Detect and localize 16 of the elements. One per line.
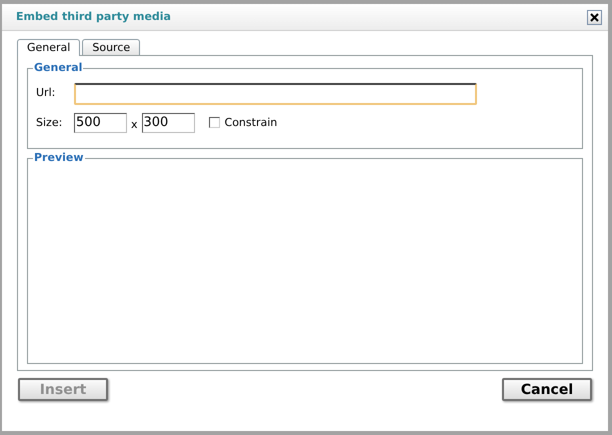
tab[interactable]: General xyxy=(17,39,80,56)
close-button[interactable] xyxy=(587,10,602,24)
size-label: Size: xyxy=(36,114,64,130)
constrain-label: Constrain xyxy=(224,114,278,130)
group-legend: General xyxy=(33,60,84,76)
constrain-checkbox[interactable] xyxy=(208,117,220,128)
height-input[interactable]: 300 xyxy=(142,112,195,133)
tab[interactable]: Source xyxy=(82,39,140,55)
width-input[interactable]: 500 xyxy=(74,112,127,133)
times-sign: x xyxy=(131,116,138,132)
group-legend: Preview xyxy=(33,150,85,166)
url-input[interactable] xyxy=(74,82,477,104)
close-icon xyxy=(590,12,599,22)
url-label: Url: xyxy=(36,85,56,102)
cancel-button[interactable]: Cancel xyxy=(502,378,592,401)
window-title: Embed third party media xyxy=(16,8,171,25)
